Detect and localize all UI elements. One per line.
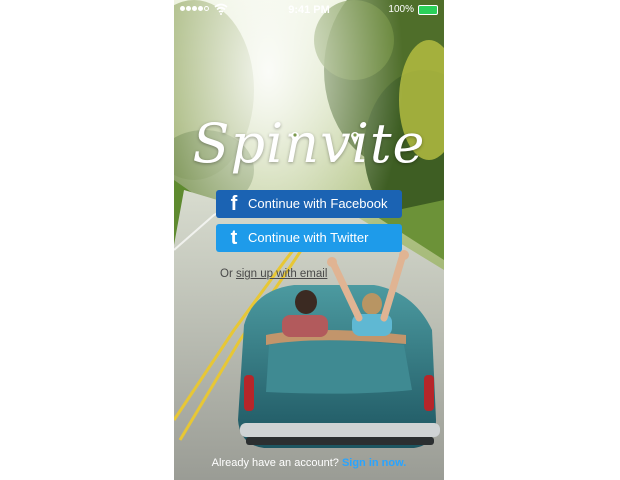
sign-up-with-email-link[interactable]: sign up with email (236, 268, 327, 280)
map-pin-icon (291, 132, 299, 145)
battery-percentage: 100% (388, 4, 414, 15)
continue-with-facebook-button[interactable]: f Continue with Facebook (216, 190, 402, 218)
continue-with-twitter-button[interactable]: t Continue with Twitter (216, 224, 402, 252)
battery-icon (418, 5, 438, 15)
status-bar: 9:41 PM 100% (174, 0, 444, 20)
phone-screen: 9:41 PM 100% Spinvite f Continue with Fa… (174, 0, 444, 480)
signin-prefix: Already have an account? (211, 457, 339, 469)
sign-in-now-link[interactable]: Sign in now. (342, 457, 406, 469)
twitter-icon: t (230, 227, 238, 249)
signup-prefix: Or (220, 268, 233, 280)
facebook-button-label: Continue with Facebook (248, 196, 388, 211)
map-pin-icon (351, 132, 359, 145)
twitter-button-label: Continue with Twitter (248, 230, 369, 245)
app-logo: Spinvite (192, 112, 426, 175)
facebook-icon: f (230, 193, 238, 215)
signin-line: Already have an account? Sign in now. (174, 457, 444, 469)
signup-line: Or sign up with email (220, 268, 327, 280)
